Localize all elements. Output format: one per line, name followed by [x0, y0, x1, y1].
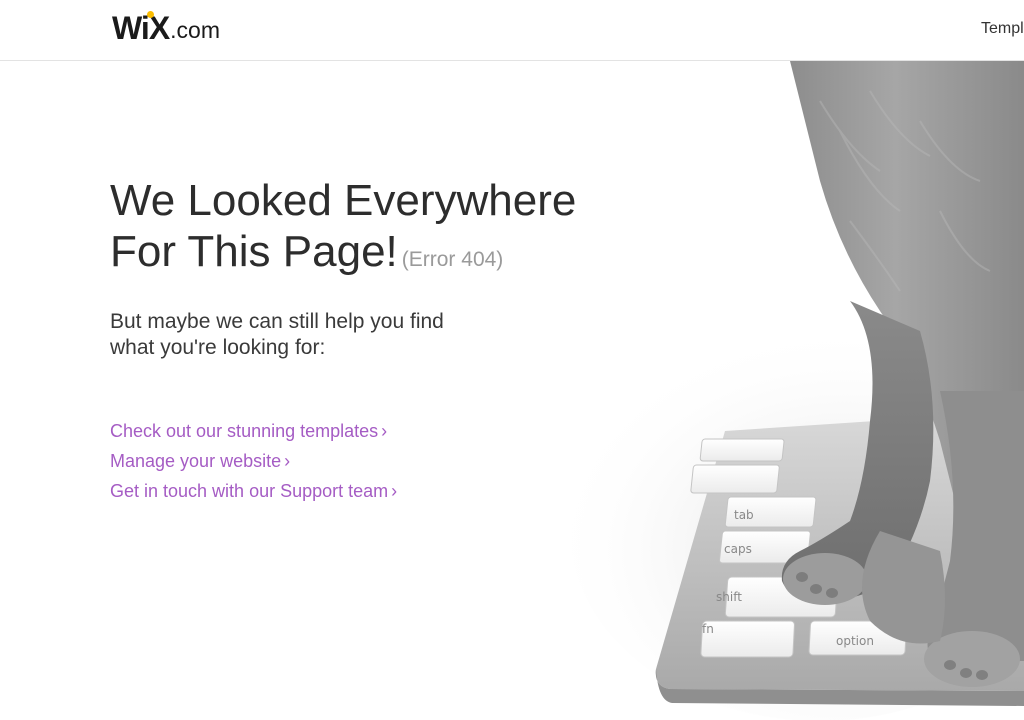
templates-link[interactable]: Check out our stunning templates ›: [110, 416, 630, 446]
key-caps-label: caps: [724, 542, 752, 556]
error-code: (Error 404): [401, 248, 504, 271]
key-fn-label: fn: [702, 622, 714, 636]
error-content: We Looked Everywhere For This Page! (Erro…: [110, 175, 630, 506]
key-shift-label: shift: [716, 590, 742, 604]
logo-domain: .com: [170, 17, 220, 43]
headline-line-1: We Looked Everywhere: [110, 176, 577, 225]
help-links: Check out our stunning templates › Manage…: [110, 416, 630, 506]
support-team-link[interactable]: Get in touch with our Support team ›: [110, 476, 630, 506]
chevron-right-icon: ›: [381, 421, 388, 441]
wix-logo[interactable]: WiX .com: [112, 10, 220, 44]
logo-dot-icon: [147, 11, 154, 18]
chevron-right-icon: ›: [391, 481, 398, 501]
templates-link-label: Check out our stunning templates: [110, 421, 379, 441]
subheading: But maybe we can still help you find wha…: [110, 309, 630, 361]
top-header: WiX .com Templ: [0, 0, 1024, 61]
manage-website-link[interactable]: Manage your website ›: [110, 446, 630, 476]
nav-templates-link[interactable]: Templ: [981, 20, 1024, 38]
headline-line-2-text: For This Page!: [110, 227, 398, 276]
key-tab-label: tab: [734, 508, 754, 522]
manage-website-link-label: Manage your website: [110, 451, 282, 471]
subhead-line-2: what you're looking for:: [110, 336, 326, 359]
logo-wordmark: WiX: [112, 10, 170, 46]
error-404-page: WiX .com Templ tab caps shift fn option …: [0, 0, 1024, 720]
headline-line-2: For This Page! (Error 404): [110, 226, 630, 285]
support-team-link-label: Get in touch with our Support team: [110, 481, 389, 501]
chevron-right-icon: ›: [284, 451, 291, 471]
subhead-line-1: But maybe we can still help you find: [110, 310, 444, 333]
key-option-label: option: [836, 634, 874, 648]
page-title: We Looked Everywhere For This Page! (Erro…: [110, 175, 630, 285]
